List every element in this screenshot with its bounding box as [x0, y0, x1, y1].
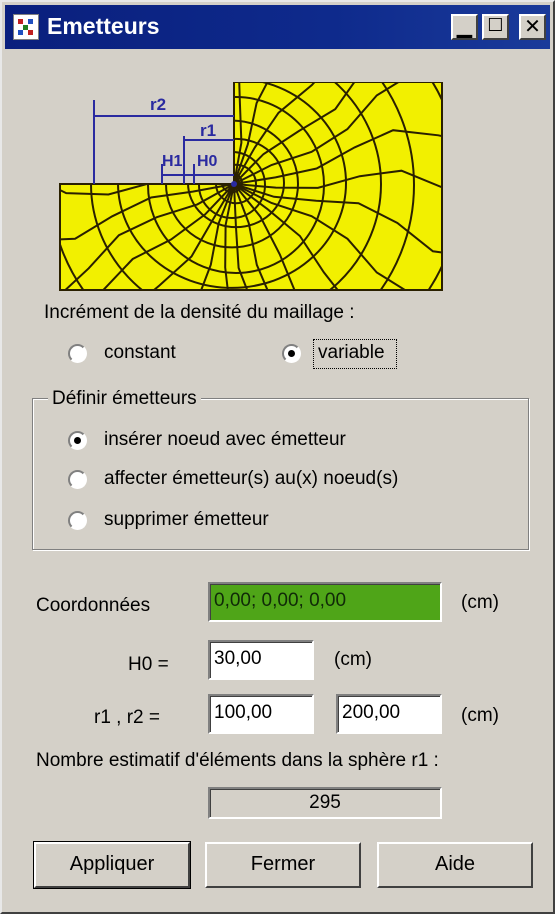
close-dialog-button[interactable]: Fermer [205, 842, 361, 888]
mesh-illustration: r2 r1 H1 H0 [54, 81, 454, 296]
r1-field[interactable]: 100,00 [208, 694, 314, 734]
minimize-button[interactable]: ▁ [451, 14, 478, 40]
maximize-button[interactable]: ☐ [482, 14, 509, 40]
mesh-density-heading: Incrément de la densité du maillage : [44, 302, 355, 323]
r1r2-unit: (cm) [461, 705, 499, 726]
define-emitters-heading: Définir émetteurs [48, 388, 201, 410]
coords-label: Coordonnées [36, 595, 151, 616]
emitter-point [231, 181, 237, 187]
radio-delete-emitter[interactable] [68, 511, 87, 530]
radio-assign-emitters[interactable] [68, 470, 87, 489]
radio-insert-node[interactable] [68, 431, 87, 450]
estimate-label: Nombre estimatif d'éléments dans la sphè… [36, 750, 439, 771]
radio-variable-label[interactable]: variable [318, 342, 385, 364]
radio-assign-emitters-label[interactable]: affecter émetteur(s) au(x) noeud(s) [104, 468, 398, 490]
r1r2-label: r1 , r2 = [94, 707, 160, 728]
emitters-dialog: Emetteurs ▁ ☐ ✕ r2 r1 H1 H0 Incrément de… [0, 0, 555, 914]
radio-constant[interactable] [68, 344, 87, 363]
coords-unit: (cm) [461, 592, 499, 613]
coords-field[interactable]: 0,00; 0,00; 0,00 [208, 582, 442, 622]
h0-field[interactable]: 30,00 [208, 640, 314, 680]
estimate-value: 295 [208, 787, 442, 819]
radio-insert-node-label[interactable]: insérer noeud avec émetteur [104, 429, 346, 451]
app-icon [13, 14, 39, 40]
h1-label: H1 [162, 153, 183, 170]
radio-delete-emitter-label[interactable]: supprimer émetteur [104, 509, 269, 531]
mesh-figure: r2 r1 H1 H0 [59, 81, 443, 291]
h0-field-label: H0 = [128, 654, 169, 675]
r1-label: r1 [200, 121, 216, 140]
radio-variable[interactable] [282, 344, 301, 363]
apply-button[interactable]: Appliquer [33, 841, 191, 889]
r2-field[interactable]: 200,00 [336, 694, 442, 734]
help-button[interactable]: Aide [377, 842, 533, 888]
window-title: Emetteurs [47, 13, 160, 39]
h0-label: H0 [197, 153, 218, 170]
radio-constant-label[interactable]: constant [104, 342, 176, 364]
close-button[interactable]: ✕ [519, 14, 546, 40]
title-bar[interactable]: Emetteurs ▁ ☐ ✕ [5, 5, 550, 49]
r2-label: r2 [150, 95, 166, 114]
h0-unit: (cm) [334, 649, 372, 670]
